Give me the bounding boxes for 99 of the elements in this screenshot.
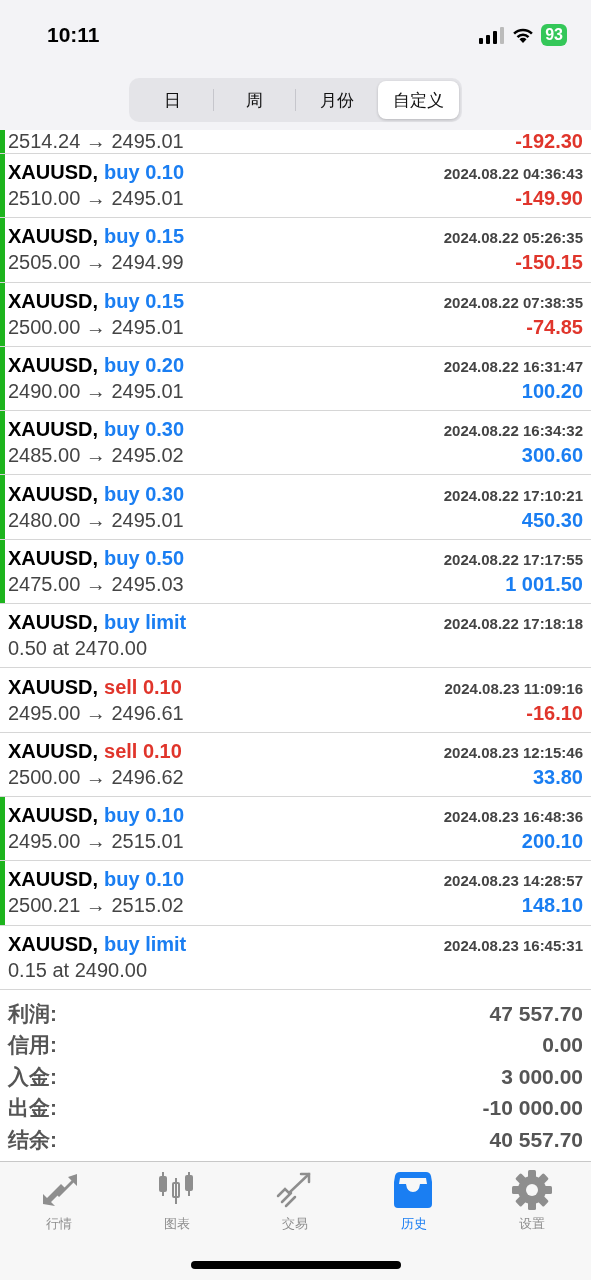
summary-value: 40 557.70 xyxy=(489,1127,583,1152)
price-change: 2475.00 → 2495.03 xyxy=(8,572,184,596)
trade-time: 2024.08.22 17:10:21 xyxy=(443,486,583,504)
symbol-label: XAUUSD, xyxy=(8,868,98,891)
period-tab[interactable]: 周 xyxy=(214,81,295,119)
history-row[interactable]: XAUUSD, buy 0.10 2024.08.23 14:28:57 2500.21 → 2515.02 148.10 xyxy=(5,861,591,925)
history-row[interactable]: XAUUSD, buy 0.15 2024.08.22 07:38:35 2500.00 → 2495.01 -74.85 xyxy=(5,282,591,346)
profit-value: 450.30 xyxy=(521,508,583,532)
order-type: buy 0.30 xyxy=(104,482,185,505)
profit-value: 300.60 xyxy=(521,444,583,468)
price-change: 2500.21 → 2515.02 xyxy=(8,894,184,918)
history-row[interactable]: XAUUSD, buy 0.20 2024.08.22 16:31:47 2490.00 → 2495.01 100.20 xyxy=(5,346,591,411)
profit-value: 200.10 xyxy=(521,830,583,854)
price-change: 2505.00 → 2494.99 xyxy=(8,251,184,275)
trade-time: 2024.08.23 11:09:16 xyxy=(444,679,583,697)
history-row[interactable]: XAUUSD, buy 0.30 2024.08.22 17:10:21 2480.00 → 2495.01 450.30 xyxy=(5,475,591,539)
symbol-label: XAUUSD, xyxy=(8,482,98,505)
history-row[interactable]: XAUUSD, sell 0.10 2024.08.23 11:09:16 2495.00 → 2496.61 -16.10 xyxy=(5,668,591,732)
profit-value: 100.20 xyxy=(521,380,583,404)
summary-label: 利润: xyxy=(8,1000,57,1027)
order-type: buy 0.50 xyxy=(104,546,185,569)
profit-value: -149.90 xyxy=(515,187,583,211)
trade-time: 2024.08.23 16:45:31 xyxy=(443,936,583,954)
history-row[interactable]: 2514.24 → 2495.01 -192.30 xyxy=(5,130,591,153)
settings-icon xyxy=(511,1170,552,1211)
period-tab[interactable]: 自定义 xyxy=(378,81,459,119)
history-row[interactable]: XAUUSD, buy 0.30 2024.08.22 16:34:32 2485.00 → 2495.02 300.60 xyxy=(5,411,591,475)
trade-time: 2024.08.22 07:38:35 xyxy=(443,293,583,311)
symbol-label: XAUUSD, xyxy=(8,546,98,569)
symbol-label: XAUUSD, xyxy=(8,739,98,762)
history-row[interactable]: XAUUSD, buy limit 2024.08.22 17:18:18 0.50 at 2470.00 xyxy=(5,604,591,668)
symbol-label: XAUUSD, xyxy=(8,225,98,248)
symbol-label: XAUUSD, xyxy=(8,804,98,827)
symbol-label: XAUUSD, xyxy=(8,354,98,377)
profit-value: -74.85 xyxy=(526,315,583,339)
order-type: buy 0.10 xyxy=(104,868,185,891)
summary-value: 47 557.70 xyxy=(489,1001,583,1026)
summary-label: 信用: xyxy=(8,1032,57,1059)
order-type: buy limit xyxy=(104,611,187,634)
trade-time: 2024.08.22 16:31:47 xyxy=(443,358,583,376)
symbol-label: XAUUSD, xyxy=(8,289,98,312)
nav-tab[interactable]: 历史 xyxy=(368,1170,459,1234)
history-row[interactable]: XAUUSD, buy 0.10 2024.08.23 16:48:36 2495.00 → 2515.01 200.10 xyxy=(5,796,591,861)
price-change: 2514.24 → 2495.01 xyxy=(8,130,184,153)
profit-value: 1 001.50 xyxy=(505,572,583,596)
profit-value: -16.10 xyxy=(526,701,583,725)
price-change: 2485.00 → 2495.02 xyxy=(8,444,184,468)
order-type: buy 0.20 xyxy=(104,354,185,377)
order-type: buy 0.30 xyxy=(104,418,185,441)
battery-percent: 93 xyxy=(545,26,563,44)
history-row[interactable]: XAUUSD, buy 0.10 2024.08.22 04:36:43 2510.00 → 2495.01 -149.90 xyxy=(5,154,591,218)
profit-value: 148.10 xyxy=(521,894,583,918)
period-tab[interactable]: 月份 xyxy=(296,81,377,119)
symbol-label: XAUUSD, xyxy=(8,675,98,698)
history-row[interactable]: XAUUSD, sell 0.10 2024.08.23 12:15:46 2500.00 → 2496.62 33.80 xyxy=(5,732,591,796)
order-type: sell 0.10 xyxy=(104,739,182,762)
summary-label: 出金: xyxy=(8,1095,57,1122)
summary-value: 0.00 xyxy=(542,1033,583,1058)
symbol-label: XAUUSD, xyxy=(8,418,98,441)
price-change: 2500.00 → 2496.62 xyxy=(8,765,184,789)
order-type: buy 0.15 xyxy=(104,289,185,312)
price-change: 2480.00 → 2495.01 xyxy=(8,508,184,532)
trade-time: 2024.08.22 16:34:32 xyxy=(443,422,583,440)
trade-time: 2024.08.22 17:18:18 xyxy=(443,615,583,633)
trade-time: 2024.08.23 12:15:46 xyxy=(443,743,583,761)
summary-value: 3 000.00 xyxy=(501,1064,583,1089)
order-type: buy limit xyxy=(104,932,187,955)
trade-time: 2024.08.23 16:48:36 xyxy=(443,808,583,826)
tray-icon xyxy=(393,1170,434,1211)
order-detail: 0.15 at 2490.00 xyxy=(8,958,147,982)
trade-time: 2024.08.22 05:26:35 xyxy=(443,229,583,247)
order-type: buy 0.10 xyxy=(104,161,185,184)
profit-value: -192.30 xyxy=(515,130,583,153)
order-type: buy 0.10 xyxy=(104,804,185,827)
history-row[interactable]: XAUUSD, buy limit 2024.08.23 16:45:31 0.15 at 2490.00 xyxy=(5,925,591,989)
history-row[interactable]: XAUUSD, buy 0.15 2024.08.22 05:26:35 2505.00 → 2494.99 -150.15 xyxy=(5,218,591,282)
trade-time: 2024.08.22 04:36:43 xyxy=(443,165,583,183)
price-change: 2510.00 → 2495.01 xyxy=(8,187,184,211)
summary-value: -10 000.00 xyxy=(482,1096,583,1121)
trade-time: 2024.08.22 17:17:55 xyxy=(443,550,583,568)
price-change: 2495.00 → 2496.61 xyxy=(8,701,184,725)
symbol-label: XAUUSD, xyxy=(8,932,98,955)
clock-time: 10:11 xyxy=(47,23,100,47)
profit-value: 33.80 xyxy=(532,765,583,789)
summary-label: 结余: xyxy=(8,1126,57,1153)
summary-label: 入金: xyxy=(8,1063,57,1090)
order-detail: 0.50 at 2470.00 xyxy=(8,637,147,661)
symbol-label: XAUUSD, xyxy=(8,161,98,184)
price-change: 2500.00 → 2495.01 xyxy=(8,315,184,339)
period-tab[interactable]: 日 xyxy=(132,81,213,119)
history-row[interactable]: XAUUSD, buy 0.50 2024.08.22 17:17:55 2475.00 → 2495.03 1 001.50 xyxy=(5,539,591,604)
trade-time: 2024.08.23 14:28:57 xyxy=(443,872,583,890)
order-type: buy 0.15 xyxy=(104,225,185,248)
signal-icon xyxy=(479,26,506,44)
price-change: 2495.00 → 2515.01 xyxy=(8,830,184,854)
symbol-label: XAUUSD, xyxy=(8,611,98,634)
order-type: sell 0.10 xyxy=(104,675,182,698)
price-change: 2490.00 → 2495.01 xyxy=(8,380,184,404)
profit-value: -150.15 xyxy=(515,251,583,275)
